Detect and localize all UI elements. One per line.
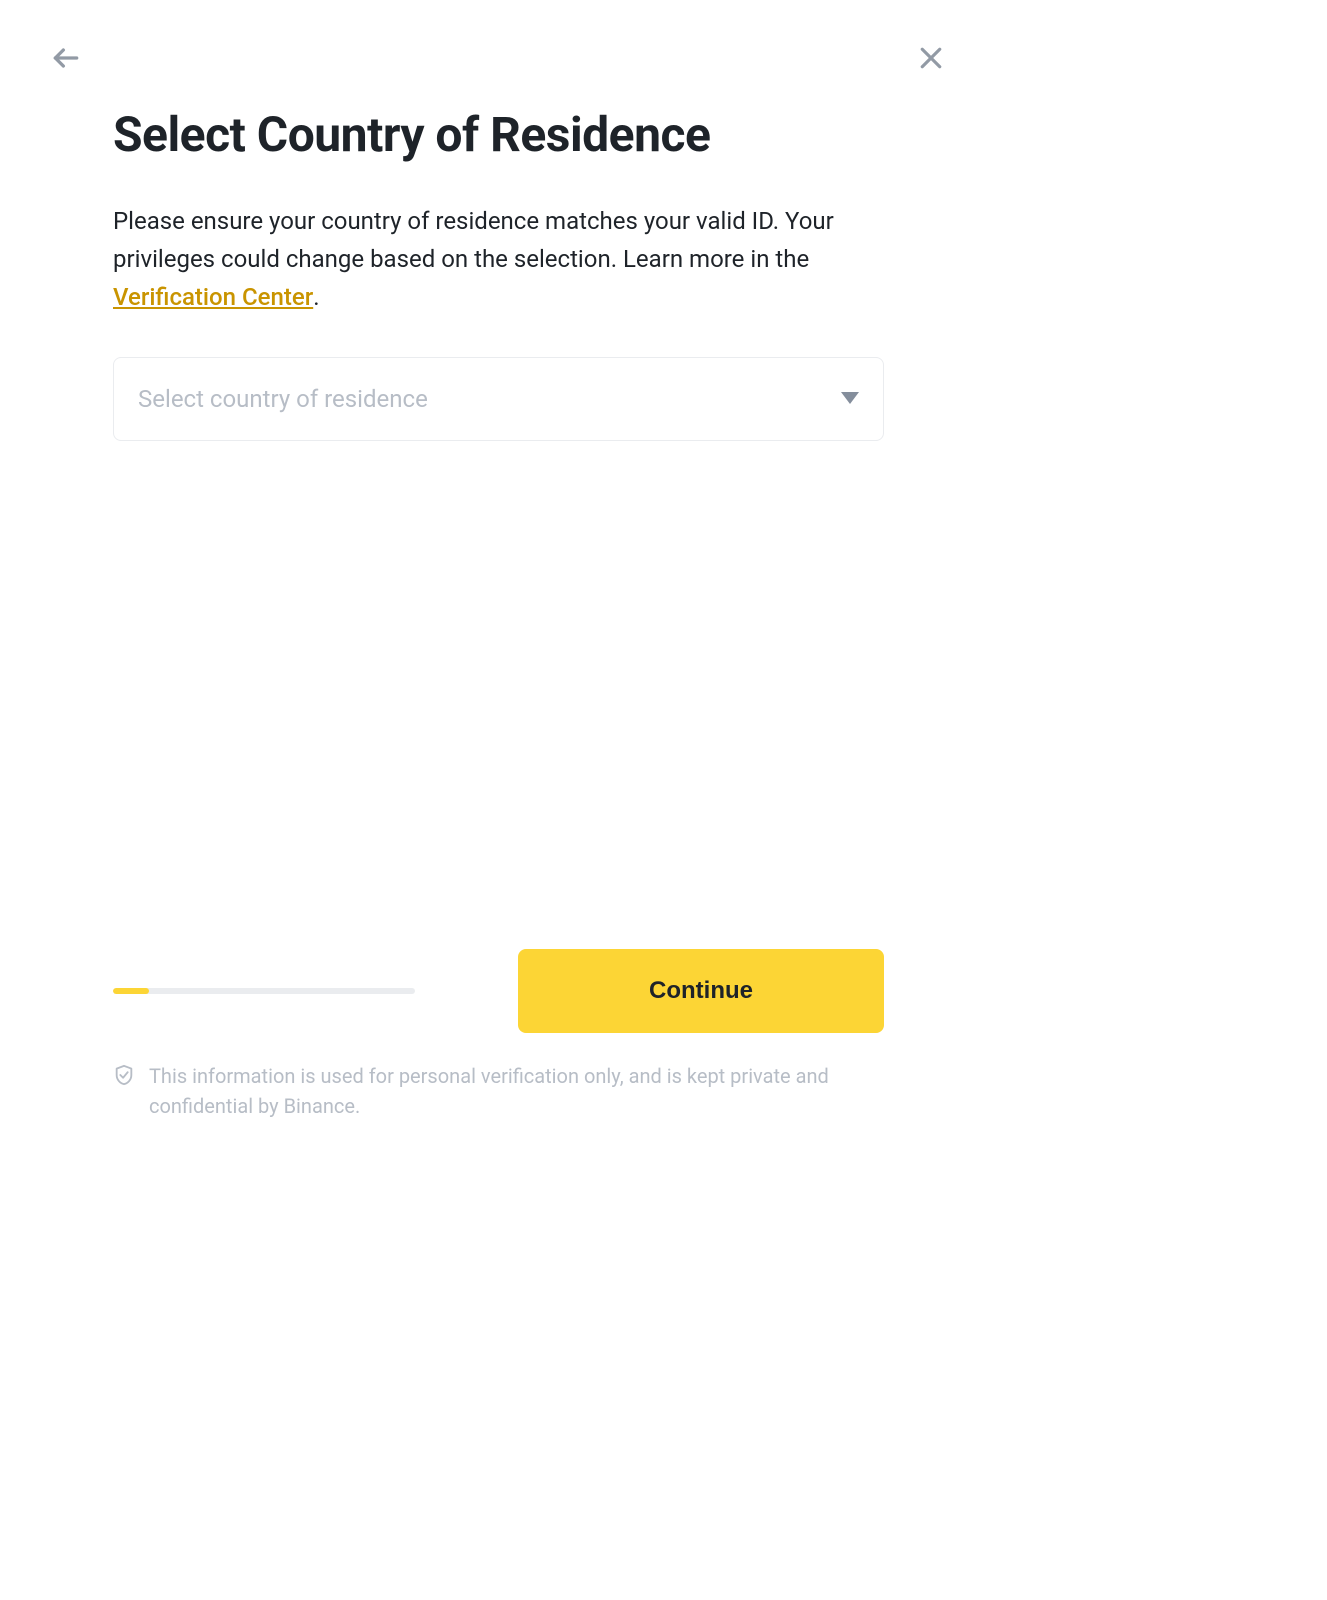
select-placeholder: Select country of residence xyxy=(138,385,841,413)
continue-button[interactable]: Continue xyxy=(518,949,884,1033)
back-button[interactable] xyxy=(48,40,84,76)
caret-down-icon xyxy=(841,389,859,408)
close-icon xyxy=(916,43,946,73)
actions-row: Continue xyxy=(113,949,884,1033)
progress-bar xyxy=(113,988,415,994)
arrow-left-icon xyxy=(50,42,82,74)
description-text: Please ensure your country of residence … xyxy=(113,202,884,317)
description-before-link: Please ensure your country of residence … xyxy=(113,207,834,273)
disclaimer: This information is used for personal ve… xyxy=(113,1061,884,1121)
close-button[interactable] xyxy=(913,40,949,76)
dialog-header xyxy=(0,0,997,76)
dialog-content: Select Country of Residence Please ensur… xyxy=(0,106,997,441)
country-select[interactable]: Select country of residence xyxy=(113,357,884,441)
description-after-link: . xyxy=(313,283,319,311)
dialog-footer: Continue This information is used for pe… xyxy=(113,949,884,1121)
shield-check-icon xyxy=(113,1063,135,1091)
verification-center-link[interactable]: Verification Center xyxy=(113,283,313,311)
progress-fill xyxy=(113,988,149,994)
disclaimer-text: This information is used for personal ve… xyxy=(149,1061,884,1121)
page-title: Select Country of Residence xyxy=(113,106,884,164)
